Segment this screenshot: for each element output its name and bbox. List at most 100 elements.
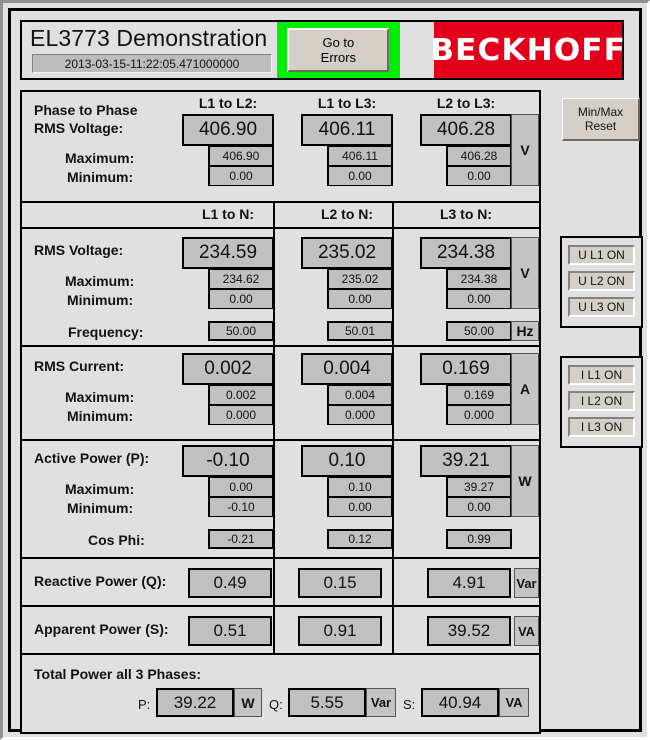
- phase-to-phase-value-0: 406.90: [182, 114, 274, 146]
- timestamp-display: 2013-03-15-11:22:05.471000000: [32, 54, 272, 73]
- rms-current-value-1: 0.004: [301, 353, 393, 385]
- active-power-minimum-1: 0.00: [327, 497, 393, 517]
- rms-current-maximum-0: 0.002: [208, 385, 274, 405]
- voltage-indicator-group: U L1 ON U L2 ON U L3 ON: [560, 236, 643, 328]
- frequency-value-2: 50.00: [446, 321, 512, 341]
- cos-phi-value-1: 0.12: [327, 529, 393, 549]
- active-power-maximum-0: 0.00: [208, 477, 274, 497]
- active-power-maximum-1: 0.10: [327, 477, 393, 497]
- phase-to-neutral-column-header-0: L1 to N:: [201, 206, 255, 222]
- rms-voltage-label: RMS Voltage:: [34, 242, 124, 258]
- rms-voltage-value-0: 234.59: [182, 237, 274, 269]
- rms-current-maximum-label: Maximum:: [65, 389, 135, 405]
- rms-voltage-maximum-2: 234.38: [446, 269, 512, 289]
- cos-phi-label: Cos Phi:: [88, 532, 145, 548]
- go-to-errors-label-line1: Go to: [322, 35, 355, 50]
- rms-voltage-minimum-2: 0.00: [446, 289, 512, 309]
- rms-current-minimum-2: 0.000: [446, 405, 512, 425]
- apparent-power-value-1: 0.91: [298, 616, 382, 646]
- cos-phi-value-0: -0.21: [208, 529, 274, 549]
- reactive-power-value-1: 0.15: [298, 568, 382, 598]
- phase-to-phase-minimum-0: 0.00: [208, 166, 274, 186]
- phase-to-neutral-column-header-2: L3 to N:: [439, 206, 493, 222]
- brand-panel: BECKHOFF: [430, 22, 625, 78]
- phase-to-phase-minimum-2: 0.00: [446, 166, 512, 186]
- column-divider-b: [392, 559, 394, 605]
- rms-current-maximum-1: 0.004: [327, 385, 393, 405]
- go-to-errors-button[interactable]: Go to Errors: [287, 28, 390, 72]
- rms-current-minimum-label: Minimum:: [67, 408, 134, 424]
- phase-to-phase-value-2: 406.28: [420, 114, 512, 146]
- column-divider-a: [273, 607, 275, 653]
- total-power-s-label: S:: [403, 697, 416, 712]
- reactive-power-unit: Var: [514, 568, 539, 598]
- rms-current-value-0: 0.002: [182, 353, 274, 385]
- section-reactive-power: Reactive Power (Q): 0.49 0.15 4.91 Var: [22, 559, 539, 607]
- phase-to-phase-label-line1: Phase to Phase: [34, 102, 138, 118]
- error-status-panel: Go to Errors: [277, 22, 400, 78]
- section-apparent-power: Apparent Power (S): 0.51 0.91 39.52 VA: [22, 607, 539, 655]
- phase-to-phase-maximum-0: 406.90: [208, 146, 274, 166]
- rms-voltage-unit: V: [511, 237, 539, 309]
- phase-to-phase-minimum-label: Minimum:: [67, 169, 134, 185]
- phase-to-phase-maximum-label: Maximum:: [65, 150, 135, 166]
- measurements-panel: Phase to Phase RMS Voltage: Maximum: Min…: [20, 90, 541, 734]
- total-power-p-unit: W: [234, 688, 262, 717]
- min-max-reset-label-line2: Reset: [584, 119, 617, 133]
- min-max-reset-button[interactable]: Min/Max Reset: [562, 98, 640, 141]
- frequency-value-0: 50.00: [208, 321, 274, 341]
- window-inner-frame: EL3773 Demonstration 2013-03-15-11:22:05…: [8, 8, 643, 734]
- rms-current-maximum-2: 0.169: [446, 385, 512, 405]
- total-power-q-label: Q:: [269, 697, 283, 712]
- rms-voltage-maximum-1: 235.02: [327, 269, 393, 289]
- rms-voltage-maximum-label: Maximum:: [65, 273, 135, 289]
- total-power-p-value: 39.22: [156, 688, 234, 717]
- current-indicator-group: I L1 ON I L2 ON I L3 ON: [560, 356, 643, 448]
- phase-to-phase-label-line2: RMS Voltage:: [34, 120, 124, 136]
- total-power-s-unit: VA: [499, 688, 529, 717]
- rms-current-value-2: 0.169: [420, 353, 512, 385]
- indicator-u-l2: U L2 ON: [568, 271, 635, 291]
- active-power-maximum-2: 39.27: [446, 477, 512, 497]
- phase-to-neutral-column-header-1: L2 to N:: [320, 206, 374, 222]
- indicator-u-l1: U L1 ON: [568, 245, 635, 265]
- indicator-i-l3: I L3 ON: [568, 417, 635, 437]
- rms-voltage-minimum-label: Minimum:: [67, 292, 134, 308]
- frequency-label: Frequency:: [68, 324, 144, 340]
- reactive-power-value-0: 0.49: [188, 568, 272, 598]
- section-phase-to-neutral-values: RMS Voltage: Maximum: Minimum: Frequency…: [22, 229, 539, 347]
- indicator-i-l2: I L2 ON: [568, 391, 635, 411]
- total-power-q-value: 5.55: [288, 688, 366, 717]
- header-bar: EL3773 Demonstration 2013-03-15-11:22:05…: [20, 20, 625, 80]
- section-rms-current: RMS Current: Maximum: Minimum: 0.002 0.0…: [22, 347, 539, 441]
- application-window: EL3773 Demonstration 2013-03-15-11:22:05…: [0, 0, 650, 740]
- total-power-s-value: 40.94: [421, 688, 499, 717]
- total-power-q-unit: Var: [366, 688, 396, 717]
- phase-to-phase-column-header-1: L1 to L3:: [317, 95, 377, 111]
- rms-voltage-maximum-0: 234.62: [208, 269, 274, 289]
- phase-to-phase-value-1: 406.11: [301, 114, 393, 146]
- min-max-reset-label-line1: Min/Max: [577, 105, 624, 119]
- page-title: EL3773 Demonstration: [30, 25, 268, 51]
- apparent-power-value-0: 0.51: [188, 616, 272, 646]
- header-title-cell: EL3773 Demonstration 2013-03-15-11:22:05…: [22, 22, 277, 78]
- rms-current-minimum-0: 0.000: [208, 405, 274, 425]
- apparent-power-value-2: 39.52: [427, 616, 511, 646]
- active-power-value-2: 39.21: [420, 445, 512, 477]
- apparent-power-unit: VA: [514, 616, 539, 646]
- active-power-label: Active Power (P):: [34, 450, 150, 466]
- go-to-errors-label-line2: Errors: [320, 50, 357, 65]
- section-phase-to-neutral-headers: L1 to N: L2 to N: L3 to N:: [22, 203, 539, 229]
- header-spacer: [399, 22, 434, 78]
- total-power-p-label: P:: [138, 697, 151, 712]
- reactive-power-value-2: 4.91: [427, 568, 511, 598]
- rms-voltage-minimum-1: 0.00: [327, 289, 393, 309]
- active-power-value-1: 0.10: [301, 445, 393, 477]
- active-power-minimum-label: Minimum:: [67, 500, 134, 516]
- active-power-unit: W: [511, 445, 539, 517]
- active-power-minimum-0: -0.10: [208, 497, 274, 517]
- active-power-maximum-label: Maximum:: [65, 481, 135, 497]
- beckhoff-logo: BECKHOFF: [430, 32, 626, 68]
- reactive-power-label: Reactive Power (Q):: [34, 573, 167, 589]
- indicator-u-l3: U L3 ON: [568, 297, 635, 317]
